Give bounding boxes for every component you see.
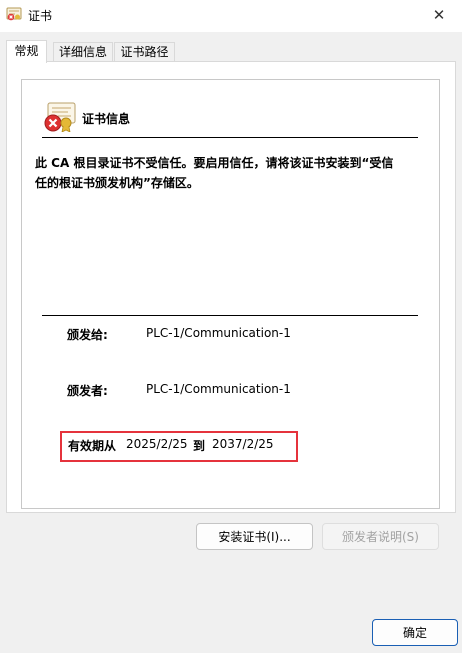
close-button[interactable]: ✕ (416, 0, 462, 30)
divider (42, 315, 418, 316)
tab-cert-path[interactable]: 证书路径 (114, 42, 175, 62)
issuer-statement-button[interactable]: 颁发者说明(S) (322, 523, 439, 550)
trust-warning-line-1: 此 CA 根目录证书不受信任。要启用信任，请将该证书安装到“受信 (35, 156, 394, 170)
certificate-error-icon (42, 102, 76, 133)
certificate-icon (6, 6, 22, 22)
issued-to-label: 颁发给: (67, 328, 108, 342)
trust-warning-text: 此 CA 根目录证书不受信任。要启用信任，请将该证书安装到“受信 任的根证书颁发… (35, 153, 425, 193)
divider (42, 137, 418, 138)
trust-warning-line-2: 任的根证书颁发机构”存储区。 (35, 176, 199, 190)
ok-button[interactable]: 确定 (372, 619, 458, 646)
close-icon: ✕ (432, 6, 446, 24)
issued-to-value: PLC-1/Communication-1 (146, 326, 291, 340)
install-certificate-button[interactable]: 安装证书(I)... (196, 523, 313, 550)
issued-by-value: PLC-1/Communication-1 (146, 382, 291, 396)
issued-by-label: 颁发者: (67, 384, 108, 398)
tab-details[interactable]: 详细信息 (53, 42, 113, 62)
certificate-info-title: 证书信息 (82, 112, 131, 126)
title-bar: 证书 ✕ (0, 0, 462, 32)
tab-general[interactable]: 常规 (6, 40, 47, 63)
validity-highlight-box (60, 431, 298, 462)
window-title: 证书 (28, 9, 53, 23)
